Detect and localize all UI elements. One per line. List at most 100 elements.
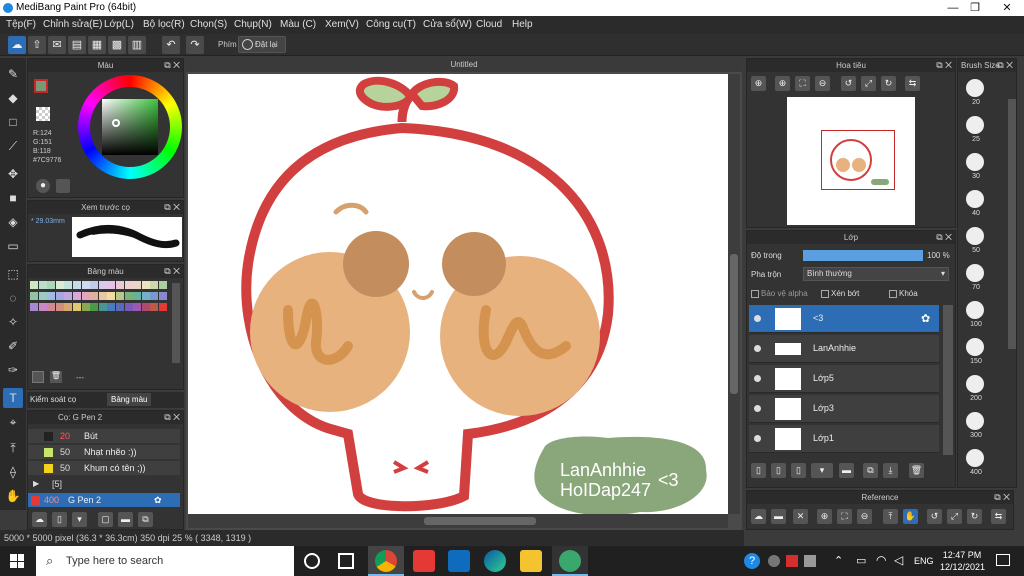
mail-icon[interactable] [448,550,470,572]
palette-swatch[interactable] [141,281,150,289]
windows-start-icon[interactable] [10,554,24,568]
vivaldi-icon[interactable] [786,555,798,567]
brush-size-option[interactable] [966,227,984,245]
cloud-brush-icon[interactable]: ☁ [32,512,47,527]
tray-icon[interactable] [768,555,780,567]
grid-icon[interactable]: ▩ [108,36,126,54]
palette-swatch[interactable] [38,303,47,311]
palette-swatch[interactable] [47,292,56,300]
folder-icon[interactable]: ▬ [839,463,854,478]
palette-swatch[interactable] [90,303,99,311]
zoom-in-icon[interactable]: ⊕ [817,509,832,524]
menu-cloud[interactable]: Cloud [476,19,502,30]
vertical-scroll-thumb[interactable] [730,254,738,394]
menu-tools[interactable]: Công cụ(T) [366,19,416,30]
layer-item[interactable]: Lớp1 [749,425,939,453]
menu-file[interactable]: Tệp(F) [6,19,36,30]
flip-icon[interactable]: ⇆ [905,76,920,91]
maximize-button[interactable]: ❐ [960,0,990,16]
volume-icon[interactable]: ◁ [894,553,903,567]
palette-swatch[interactable] [116,303,124,311]
shape-tool-icon[interactable]: □ [3,112,23,132]
select-eraser-icon[interactable]: ✑ [3,360,23,380]
fullscreen-icon[interactable]: ⤢ [947,509,962,524]
menu-capture[interactable]: Chụp(N) [234,19,272,30]
layer-item[interactable]: <3 ✿ [749,305,939,333]
panel-close-icon[interactable]: ⧉ ✕ [164,411,180,424]
palette-swatch[interactable] [73,281,81,289]
add-brush-icon[interactable]: ▾ [72,512,87,527]
task-view-icon[interactable] [338,553,354,569]
palette-swatch[interactable] [73,292,81,300]
visibility-icon[interactable] [754,315,761,322]
color-mode-icon[interactable] [56,179,70,193]
close-icon[interactable]: ✕ [793,509,808,524]
menu-filter[interactable]: Bộ lọc(R) [143,19,185,30]
palette-swatch[interactable] [150,292,159,300]
palette-swatch[interactable] [150,303,159,311]
palette-swatch[interactable] [30,281,38,289]
select-pen-icon[interactable]: ✐ [3,336,23,356]
brush-size-option[interactable] [966,264,984,282]
palette-swatch[interactable] [73,303,81,311]
fullscreen-icon[interactable]: ⤢ [861,76,876,91]
gear-icon[interactable]: ✿ [154,493,162,507]
brush-size-scrollbar[interactable] [1008,99,1016,349]
brush-size-option[interactable] [966,412,984,430]
select-tool-icon[interactable]: ⬚ [3,264,23,284]
operation-tool-icon[interactable]: ⌖ [3,412,23,432]
palette-swatch[interactable] [64,281,73,289]
zoom-in-small-icon[interactable]: ⊕ [775,76,790,91]
clock[interactable]: 12:47 PM 12/12/2021 [940,549,985,573]
open-file-icon[interactable]: ▬ [771,509,786,524]
brush-size-option[interactable] [966,375,984,393]
close-button[interactable]: ✕ [992,0,1022,16]
palette-swatch[interactable] [38,292,47,300]
gradient-tool-icon[interactable]: ▭ [3,236,23,256]
palette-swatch[interactable] [141,292,150,300]
palette-swatch[interactable] [47,303,56,311]
eraser-tool-icon[interactable]: ◆ [3,88,23,108]
visibility-icon[interactable] [754,435,761,442]
layer-item[interactable]: Lớp5 [749,365,939,393]
palette-swatch[interactable] [150,281,159,289]
wifi-icon[interactable]: ◠ [876,553,886,567]
new-brush-icon[interactable]: ▯ [52,512,67,527]
panel-close-icon[interactable]: ⧉ ✕ [164,201,180,214]
cloud-icon[interactable]: ☁ [751,509,766,524]
brush-size-option[interactable] [966,153,984,171]
visibility-icon[interactable] [754,375,761,382]
visibility-icon[interactable] [754,345,761,352]
gear-icon[interactable]: ✿ [921,312,930,325]
brush-size-option[interactable] [966,301,984,319]
palette-swatch[interactable] [133,303,142,311]
comment-icon[interactable]: ✉ [48,36,66,54]
color-wheel[interactable] [78,75,182,179]
palette-swatch[interactable] [55,292,64,300]
layer-item[interactable]: Lớp3 [749,395,939,423]
clip-checkbox[interactable]: Xén bớt [821,289,859,298]
add-layer-dropdown-icon[interactable]: ▾ [811,463,833,478]
fit-icon[interactable]: ⛶ [795,76,810,91]
navigator-viewport[interactable] [821,130,895,190]
palette-swatch[interactable] [159,303,167,311]
brush-size-option[interactable] [966,79,984,97]
palette-swatch[interactable] [107,281,116,289]
palette-swatch[interactable] [98,303,107,311]
palette-swatch[interactable] [47,281,56,289]
palette-swatch[interactable] [64,292,73,300]
drawing-canvas[interactable]: LanAnhhie HoIDap247 <3 [188,74,728,514]
palette-swatch[interactable] [107,292,116,300]
magic-wand-icon[interactable]: ✧ [3,312,23,332]
panel-close-icon[interactable]: ⧉ ✕ [164,265,180,278]
tab-palette[interactable]: Bảng màu [107,393,152,406]
palette-swatch[interactable] [90,281,99,289]
cloud-icon[interactable]: ☁ [8,36,26,54]
new-halftone-layer-icon[interactable]: ▯ [771,463,786,478]
notification-icon[interactable] [996,554,1010,566]
new-palette-icon[interactable] [32,371,44,383]
zoom-out-icon[interactable]: ⊖ [857,509,872,524]
palette-swatch[interactable] [133,292,142,300]
palette-swatch[interactable] [159,281,167,289]
palette-swatch[interactable] [81,281,90,289]
